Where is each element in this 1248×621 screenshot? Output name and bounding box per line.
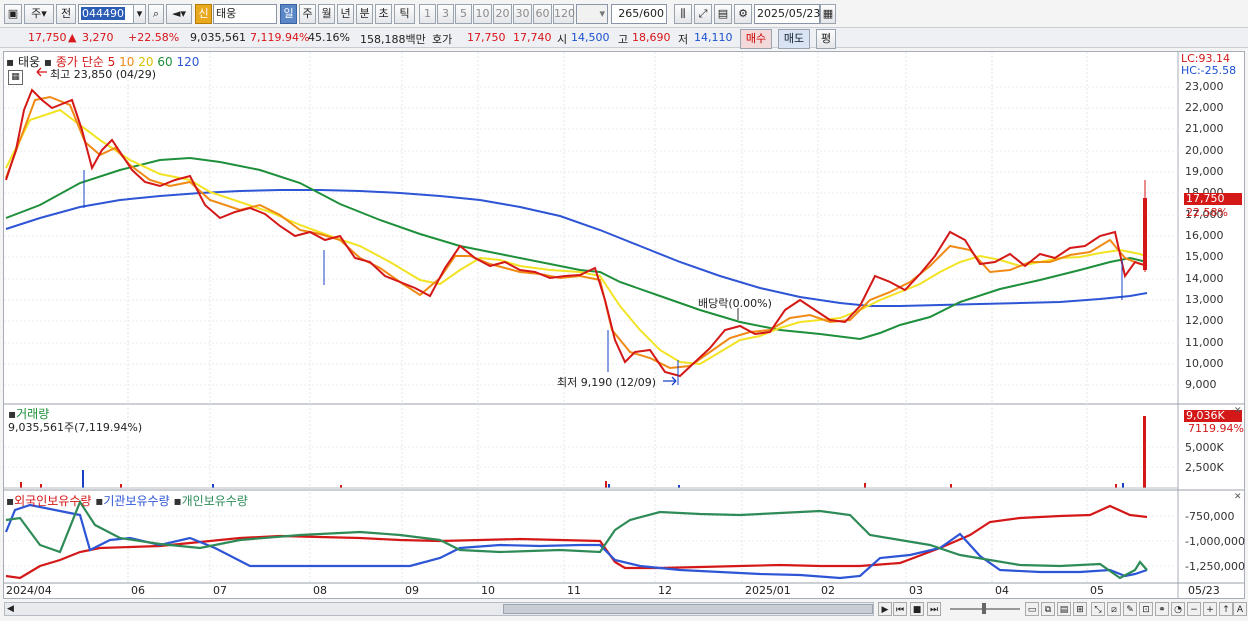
volume-y-tick: 2,500K <box>1185 461 1224 474</box>
y-tick: 21,000 <box>1185 122 1224 135</box>
tool-icon[interactable]: ⤡ <box>1091 602 1105 616</box>
scrollbar-track[interactable]: ◀ <box>4 602 874 616</box>
zoom-out-icon[interactable]: − <box>1187 602 1201 616</box>
ma120-label: 120 <box>176 55 200 69</box>
y-tick: 14,000 <box>1185 272 1224 285</box>
layout-icon[interactable]: ▭ <box>1025 602 1039 616</box>
individual-legend: 개인보유수량 <box>181 494 248 508</box>
hc-label: HC:-25.58 <box>1181 64 1237 77</box>
layout-icon[interactable]: ⊞ <box>1073 602 1087 616</box>
x-tick: 05 <box>1090 584 1104 597</box>
stop-icon[interactable]: ■ <box>910 602 924 616</box>
ma60-label: 60 <box>157 55 173 69</box>
x-tick: 08 <box>313 584 327 597</box>
y-tick: 20,000 <box>1185 144 1224 157</box>
last-icon[interactable]: ⏭ <box>927 602 941 616</box>
y-tick: 13,000 <box>1185 293 1224 306</box>
tool-icon[interactable]: ⊡ <box>1139 602 1153 616</box>
scrollbar-thumb[interactable] <box>503 604 873 614</box>
font-icon[interactable]: A <box>1233 602 1247 616</box>
arrow-up-icon[interactable]: ↑ <box>1219 602 1233 616</box>
high-note: 최고 23,850 (04/29) <box>50 68 157 81</box>
x-tick: 2025/01 <box>745 584 791 597</box>
low-note: 최저 9,190 (12/09) <box>557 376 657 389</box>
x-tick: 12 <box>658 584 672 597</box>
x-tick: 02 <box>821 584 835 597</box>
y-tick: 22,000 <box>1185 101 1224 114</box>
x-tick: 2024/04 <box>6 584 52 597</box>
institution-legend: 기관보유수량 <box>103 494 170 508</box>
x-tick: 10 <box>481 584 495 597</box>
scroll-left-icon[interactable]: ◀ <box>7 603 14 615</box>
x-tick: 09 <box>405 584 419 597</box>
dividend-note: 배당락(0.00%) <box>698 297 772 310</box>
volume-summary: 9,035,561주(7,119.94%) <box>8 421 143 434</box>
chart-canvas[interactable] <box>0 0 1248 621</box>
y-tick: 16,000 <box>1185 229 1224 242</box>
x-tick: 04 <box>995 584 1009 597</box>
tool-icon[interactable]: ⧄ <box>1107 602 1121 616</box>
y-tick: 19,000 <box>1185 165 1224 178</box>
holders-y-tick: -1,250,000 <box>1185 560 1245 573</box>
x-tick: 06 <box>131 584 145 597</box>
tool-icon[interactable]: ✎ <box>1123 602 1137 616</box>
x-tick-end: 05/23 <box>1188 584 1220 597</box>
holders-y-tick: -750,000 <box>1185 510 1235 523</box>
bottom-bar: ◀ ▶ ⏮ ■ ⏭ ▭ ⧉ ▤ ⊞ ⤡ ⧄ ✎ ⊡ ⚭ ◔ − + ↑ A <box>0 600 1248 620</box>
volume-y-tick: 5,000K <box>1185 441 1224 454</box>
price-tag: 17,750 <box>1184 193 1242 205</box>
ma5-line <box>5 88 1148 378</box>
ma120-line <box>5 189 1148 307</box>
y-tick: 23,000 <box>1185 80 1224 93</box>
pct-tag: 22.58% <box>1186 206 1228 219</box>
x-tick: 07 <box>213 584 227 597</box>
square-icon: ▪ <box>6 55 15 69</box>
zoom-slider-handle[interactable] <box>982 603 986 614</box>
holders-legend: ▪외국인보유수량 ▪기관보유수량 ▪개인보유수량 <box>6 494 248 508</box>
link-icon[interactable]: ⚭ <box>1155 602 1169 616</box>
calculator-icon[interactable]: ▦ <box>8 70 23 85</box>
layout-icon[interactable]: ▤ <box>1057 602 1071 616</box>
volume-tag-pct: 7119.94% <box>1188 422 1244 435</box>
ma20-line <box>5 108 1148 366</box>
y-tick: 11,000 <box>1185 336 1224 349</box>
close-icon[interactable]: ✕ <box>1234 406 1242 416</box>
holders-y-tick: -1,000,000 <box>1185 535 1245 548</box>
ma10-line <box>5 95 1148 370</box>
close-icon[interactable]: ✕ <box>1234 492 1242 502</box>
stock-name-label: 태웅 <box>17 55 41 69</box>
y-tick: 15,000 <box>1185 250 1224 263</box>
x-tick: 11 <box>567 584 581 597</box>
y-tick: 9,000 <box>1185 378 1217 391</box>
foreign-legend: 외국인보유수량 <box>14 494 92 508</box>
settings-icon[interactable]: ◔ <box>1171 602 1185 616</box>
layout-icon[interactable]: ⧉ <box>1041 602 1055 616</box>
scroll-right-icon[interactable]: ▶ <box>878 602 892 616</box>
y-tick: 12,000 <box>1185 314 1224 327</box>
zoom-in-icon[interactable]: + <box>1203 602 1217 616</box>
y-tick: 10,000 <box>1185 357 1224 370</box>
x-tick: 03 <box>909 584 923 597</box>
first-icon[interactable]: ⏮ <box>893 602 907 616</box>
